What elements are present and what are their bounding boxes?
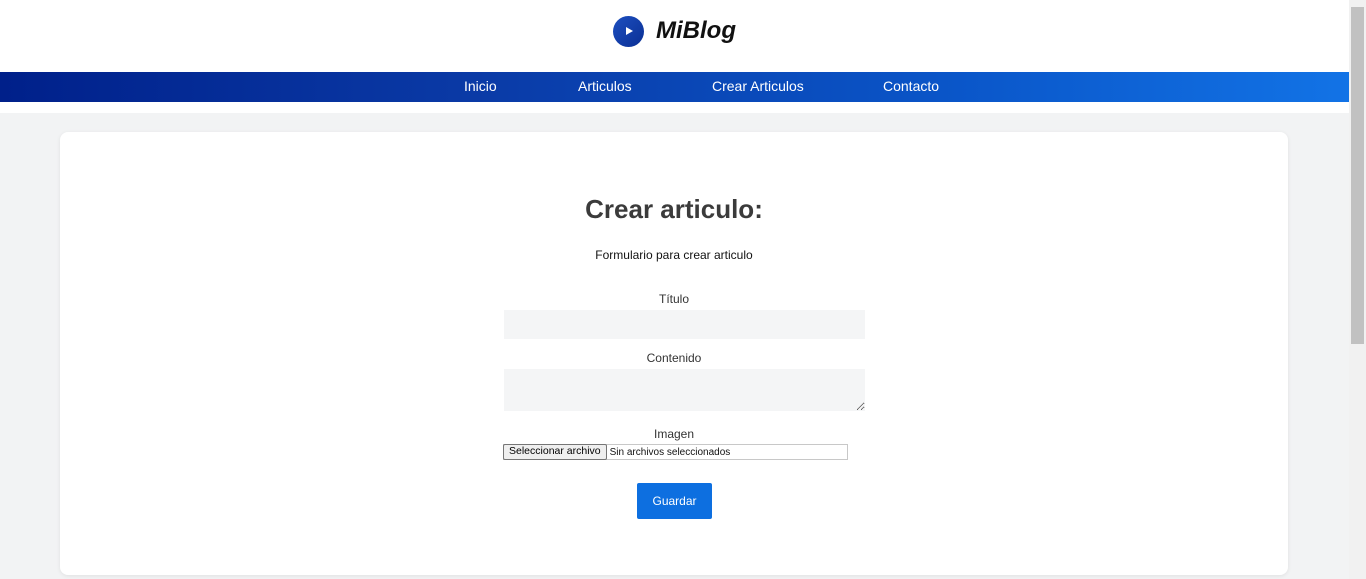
title-input[interactable]: [504, 310, 865, 339]
nav-item-contacto[interactable]: Contacto: [883, 72, 939, 102]
main-navbar: Inicio Articulos Crear Articulos Contact…: [0, 72, 1349, 102]
nav-item-inicio[interactable]: Inicio: [464, 72, 497, 102]
image-file-input[interactable]: Seleccionar archivo Sin archivos selecci…: [503, 443, 848, 460]
page-title: Crear articulo:: [585, 194, 763, 224]
form-subtitle: Formulario para crear articulo: [595, 248, 753, 262]
brand-name: MiBlog: [656, 17, 736, 44]
vertical-scrollbar[interactable]: [1349, 0, 1366, 579]
image-label: Imagen: [653, 427, 695, 441]
nav-item-crear-articulos[interactable]: Crear Articulos: [712, 72, 804, 102]
scrollbar-thumb[interactable]: [1351, 7, 1364, 344]
nav-spacer: [0, 102, 1349, 113]
content-textarea[interactable]: [504, 369, 865, 411]
create-article-card: Crear articulo: Formulario para crear ar…: [60, 132, 1288, 575]
page: MiBlog Inicio Articulos Crear Articulos …: [0, 0, 1349, 579]
nav-item-articulos[interactable]: Articulos: [578, 72, 632, 102]
file-status: Sin archivos seleccionados: [609, 446, 731, 458]
title-label: Título: [658, 292, 689, 306]
content-label: Contenido: [646, 351, 702, 365]
brand[interactable]: MiBlog: [613, 14, 736, 48]
play-circle-icon: [613, 15, 644, 47]
save-button[interactable]: Guardar: [637, 483, 712, 519]
site-header: MiBlog: [0, 0, 1349, 72]
choose-file-button[interactable]: Seleccionar archivo: [503, 443, 607, 460]
